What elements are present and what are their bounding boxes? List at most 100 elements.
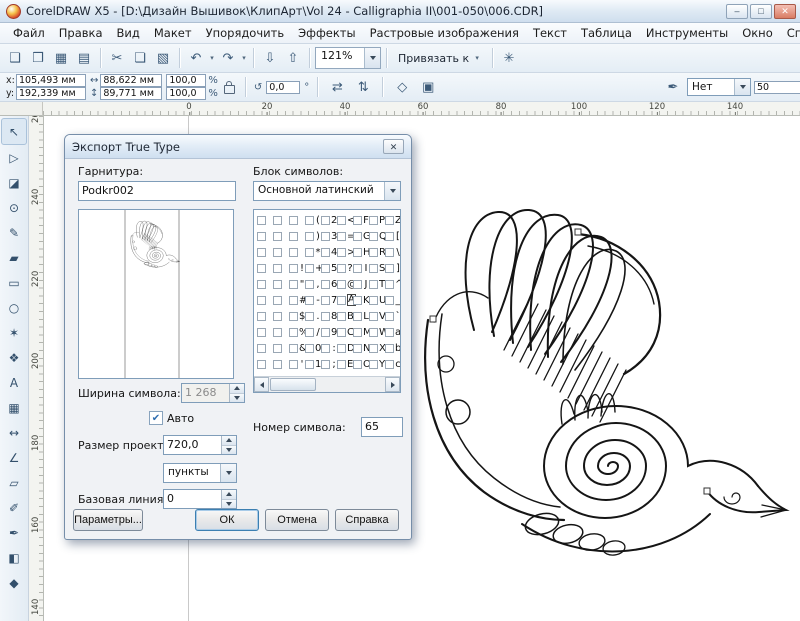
- char-checkbox[interactable]: [369, 280, 378, 289]
- text-tool[interactable]: А: [2, 370, 26, 395]
- menu-item-view[interactable]: Вид: [110, 24, 147, 42]
- horizontal-ruler[interactable]: 020406080100120140: [43, 102, 800, 116]
- char-checkbox[interactable]: [353, 328, 362, 337]
- char-checkbox[interactable]: [385, 312, 394, 321]
- char-checkbox[interactable]: [369, 264, 378, 273]
- char-checkbox[interactable]: [257, 248, 266, 257]
- spin-down-button[interactable]: [222, 446, 236, 455]
- freehand-tool[interactable]: ✎: [2, 220, 26, 245]
- char-checkbox[interactable]: [273, 312, 282, 321]
- char-cell[interactable]: !: [289, 263, 305, 274]
- char-checkbox[interactable]: [305, 280, 314, 289]
- char-checkbox[interactable]: [369, 216, 378, 225]
- menu-item-edit[interactable]: Правка: [52, 24, 110, 42]
- char-cell[interactable]: [289, 232, 305, 241]
- outline-style-dropdown[interactable]: Нет: [687, 78, 751, 96]
- char-cell[interactable]: >: [337, 247, 353, 258]
- symbol-number-field[interactable]: 65: [361, 417, 403, 437]
- project-size-spin-buttons[interactable]: [221, 436, 236, 454]
- blend-tool[interactable]: ▱: [2, 470, 26, 495]
- char-cell[interactable]: ;: [321, 359, 337, 370]
- char-cell[interactable]: [257, 312, 273, 321]
- char-cell[interactable]: &: [289, 343, 305, 354]
- menu-item-table[interactable]: Таблица: [574, 24, 639, 42]
- char-checkbox[interactable]: [369, 232, 378, 241]
- char-cell[interactable]: [273, 312, 289, 321]
- char-checkbox[interactable]: [321, 328, 330, 337]
- char-cell[interactable]: R: [369, 247, 385, 258]
- char-checkbox[interactable]: [273, 264, 282, 273]
- char-checkbox[interactable]: [321, 312, 330, 321]
- char-cell[interactable]: [273, 328, 289, 337]
- new-document-icon[interactable]: ❑: [4, 47, 26, 69]
- char-cell[interactable]: 1: [305, 359, 321, 370]
- scroll-track[interactable]: [269, 377, 385, 392]
- char-cell[interactable]: G: [353, 231, 369, 242]
- basic-shapes-tool[interactable]: ❖: [2, 345, 26, 370]
- char-cell[interactable]: +: [305, 263, 321, 274]
- char-cell[interactable]: [257, 248, 273, 257]
- char-cell[interactable]: Z: [385, 215, 400, 226]
- copy-icon[interactable]: ❏: [129, 47, 151, 69]
- char-cell[interactable]: S: [369, 263, 385, 274]
- scroll-right-button[interactable]: [385, 377, 400, 392]
- cut-icon[interactable]: ✂: [106, 47, 128, 69]
- units-dropdown-arrow[interactable]: [220, 464, 236, 482]
- char-checkbox[interactable]: [305, 344, 314, 353]
- char-cell[interactable]: T: [369, 279, 385, 290]
- char-cell[interactable]: *: [305, 247, 321, 258]
- char-cell[interactable]: [273, 344, 289, 353]
- char-cell[interactable]: a: [385, 327, 400, 338]
- char-cell[interactable]: 3: [321, 231, 337, 242]
- char-checkbox[interactable]: [353, 312, 362, 321]
- rotation-angle-field[interactable]: 0,0: [266, 81, 300, 94]
- char-cell[interactable]: [273, 264, 289, 273]
- char-cell[interactable]: Y: [369, 359, 385, 370]
- open-icon[interactable]: ❒: [27, 47, 49, 69]
- table-tool[interactable]: ▦: [2, 395, 26, 420]
- char-checkbox[interactable]: [321, 344, 330, 353]
- char-cell[interactable]: #: [289, 295, 305, 306]
- char-cell[interactable]: [273, 216, 289, 225]
- char-cell[interactable]: [257, 264, 273, 273]
- spin-up-button[interactable]: [222, 490, 236, 500]
- spin-up-button[interactable]: [222, 436, 236, 446]
- char-cell[interactable]: \: [385, 247, 400, 258]
- char-checkbox[interactable]: [385, 232, 394, 241]
- char-checkbox[interactable]: [385, 296, 394, 305]
- char-cell[interactable]: _: [385, 295, 400, 306]
- menu-item-tools[interactable]: Инструменты: [639, 24, 735, 42]
- title-bar[interactable]: CorelDRAW X5 - [D:\Дизайн Вышивок\КлипАр…: [0, 0, 800, 23]
- char-cell[interactable]: I: [353, 263, 369, 274]
- char-cell[interactable]: Q: [369, 231, 385, 242]
- print-icon[interactable]: ▤: [73, 47, 95, 69]
- char-cell[interactable]: C: [337, 327, 353, 338]
- char-cell[interactable]: [273, 360, 289, 369]
- char-checkbox[interactable]: [257, 232, 266, 241]
- menu-item-help[interactable]: Справка: [780, 24, 800, 42]
- char-checkbox[interactable]: [369, 312, 378, 321]
- drawing-canvas[interactable]: Экспорт True Type ✕ Гарнитура: Podkr002 …: [44, 116, 800, 621]
- char-cell[interactable]: 2: [321, 215, 337, 226]
- char-cell[interactable]: c: [385, 359, 400, 370]
- interactive-fill-tool[interactable]: ◆: [2, 570, 26, 595]
- char-checkbox[interactable]: [321, 248, 330, 257]
- char-cell[interactable]: 4: [321, 247, 337, 258]
- char-checkbox[interactable]: [257, 344, 266, 353]
- paste-icon[interactable]: ▧: [152, 47, 174, 69]
- connector-tool[interactable]: ∠: [2, 445, 26, 470]
- project-size-value[interactable]: 720,0: [164, 436, 221, 454]
- char-checkbox[interactable]: [353, 360, 362, 369]
- char-cell[interactable]: 8: [321, 311, 337, 322]
- baseline-spinner[interactable]: 0: [163, 489, 237, 509]
- char-cell[interactable]: [257, 296, 273, 305]
- char-cell[interactable]: P: [369, 215, 385, 226]
- vertical-ruler[interactable]: 260240220200180160140: [29, 116, 44, 621]
- char-checkbox[interactable]: [337, 312, 346, 321]
- char-checkbox[interactable]: [305, 296, 314, 305]
- char-checkbox[interactable]: [321, 216, 330, 225]
- char-checkbox[interactable]: [385, 328, 394, 337]
- object-height-field[interactable]: 89,771 мм: [100, 87, 162, 100]
- mirror-vertical-button[interactable]: ⇅: [352, 76, 374, 98]
- char-checkbox[interactable]: [337, 232, 346, 241]
